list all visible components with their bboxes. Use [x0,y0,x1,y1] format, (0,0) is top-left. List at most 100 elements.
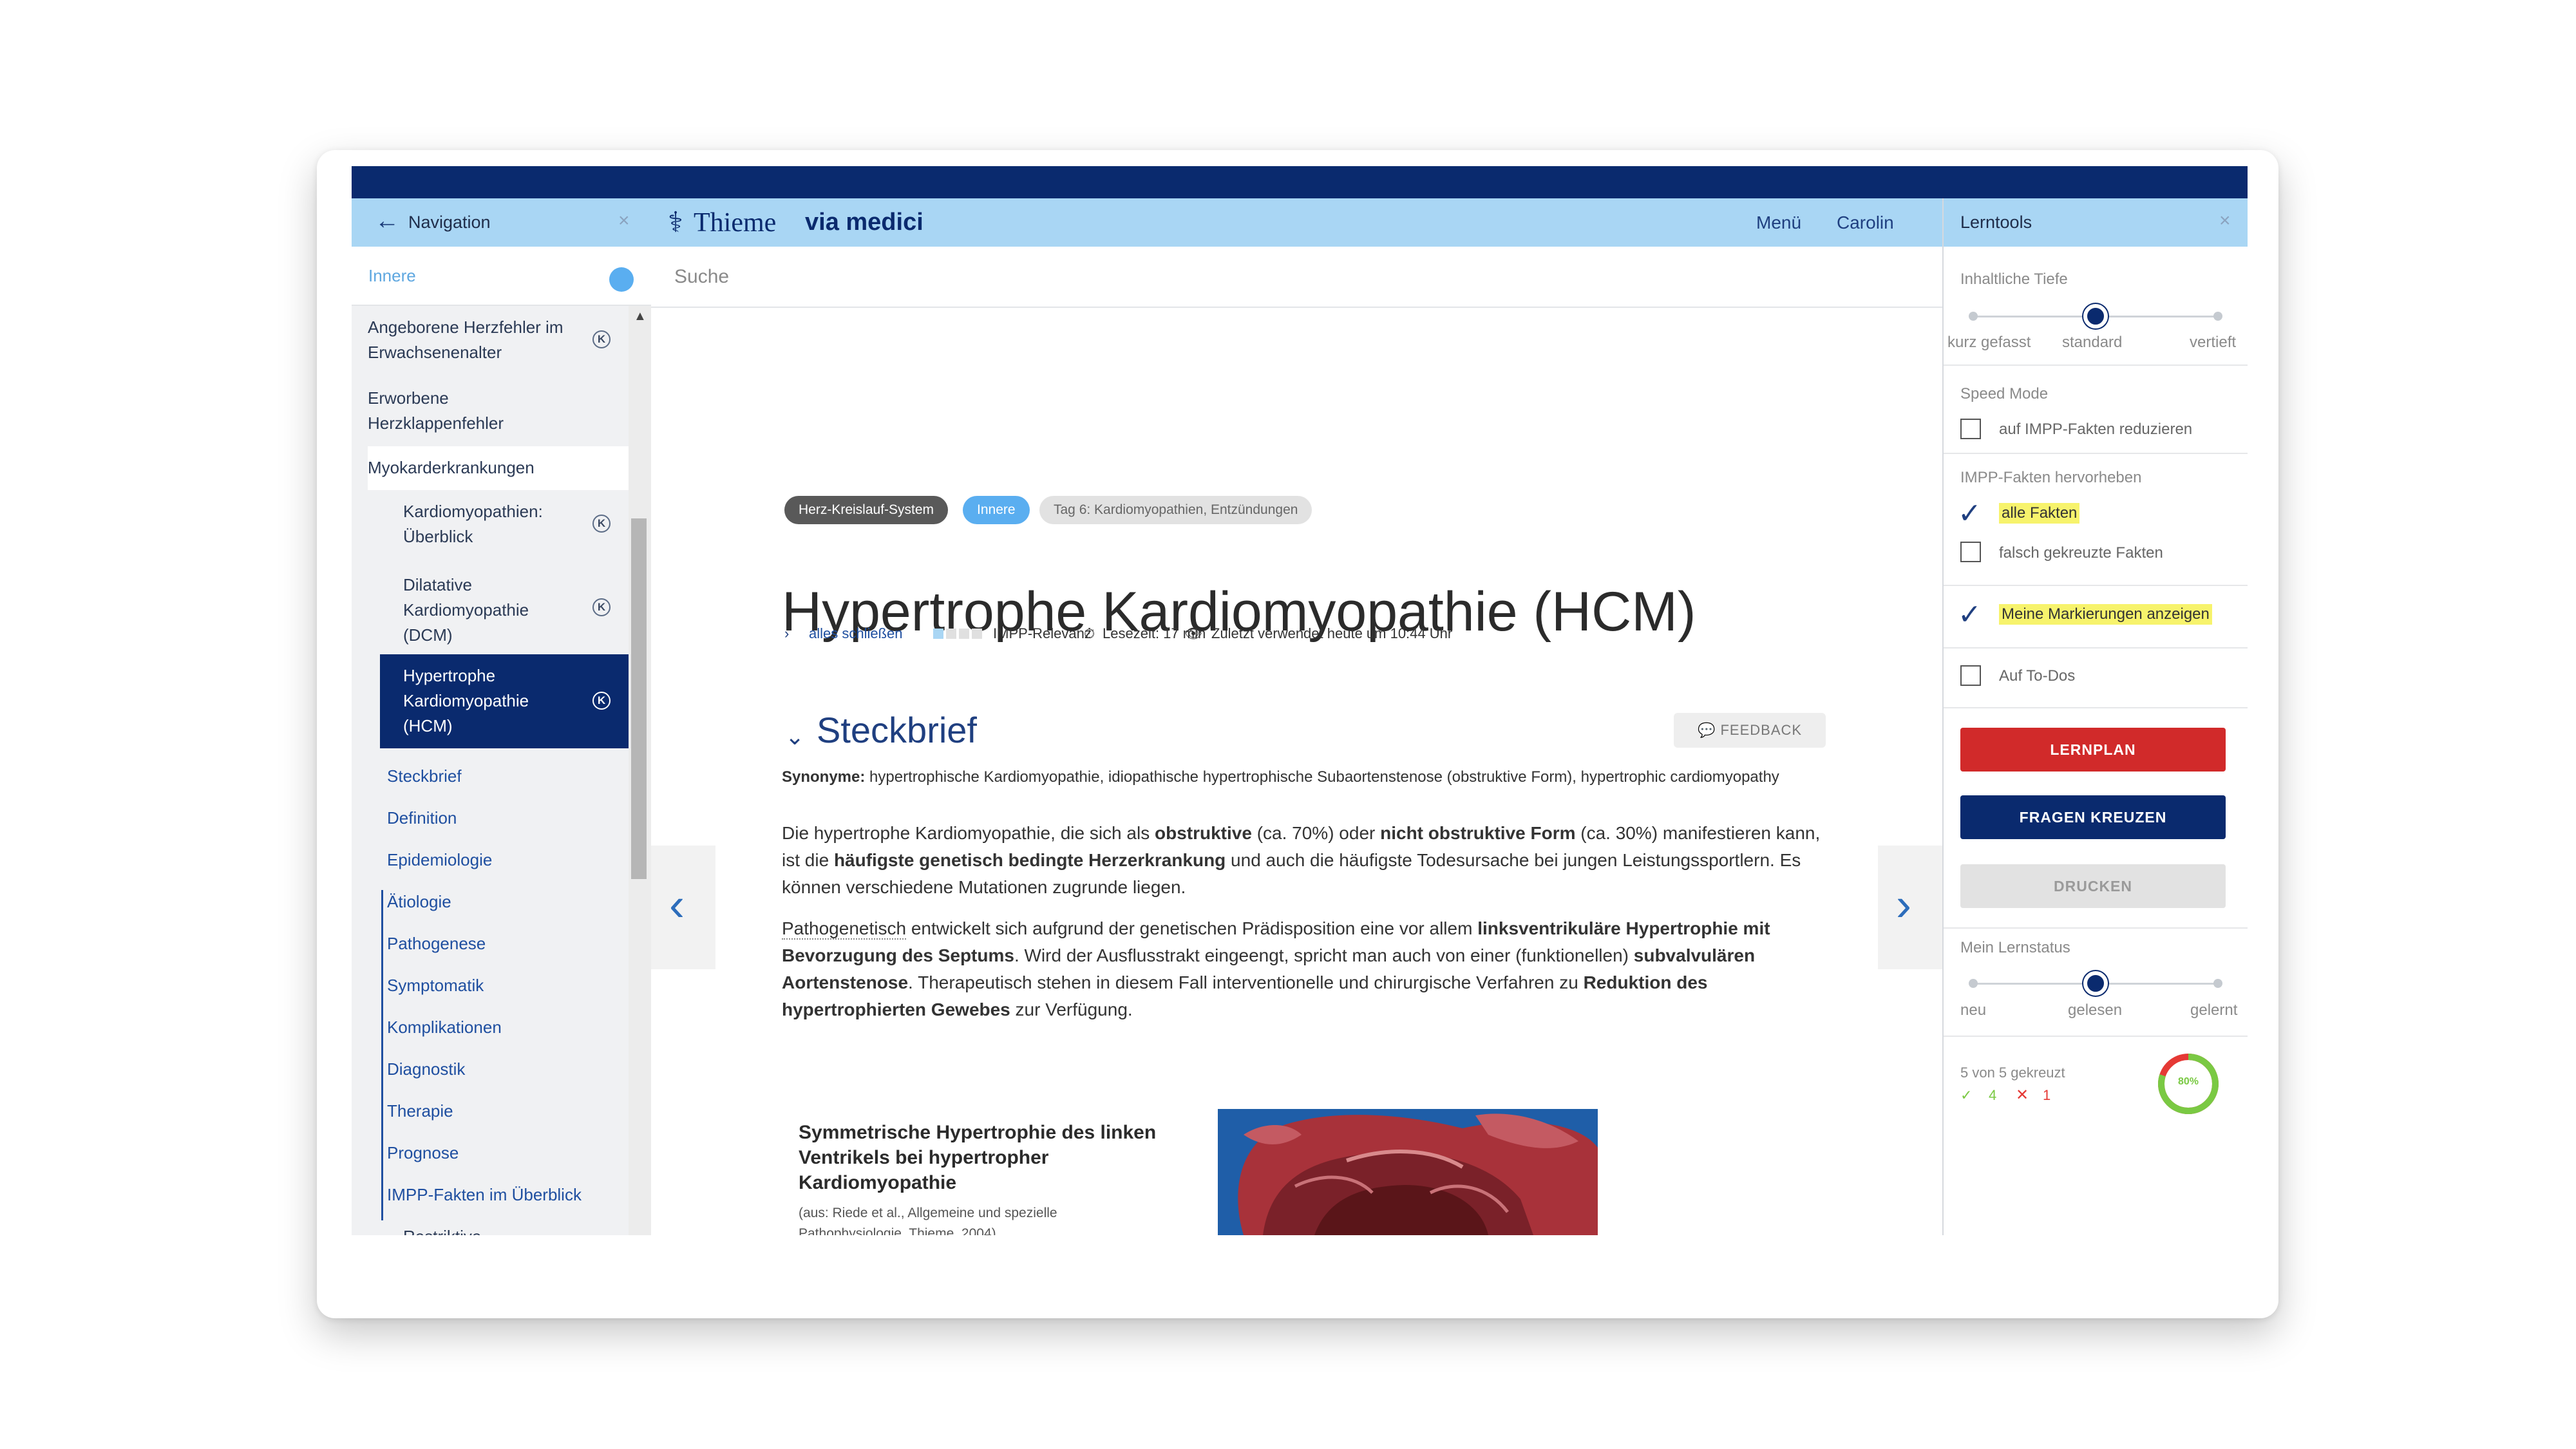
status-option-gelernt[interactable]: gelernt [2190,1001,2237,1019]
speed-mode-checkbox[interactable] [1960,419,1981,439]
impp-relevance-label: IMPP-Relevanz [993,625,1092,641]
kompakt-badge-icon: K [592,598,611,616]
scroll-up-icon[interactable]: ▲ [634,309,647,324]
fragen-kreuzen-button[interactable]: FRAGEN KREUZEN [1960,795,2226,839]
toc-aetiologie[interactable]: Ätiologie [387,892,451,912]
toc-steckbrief[interactable]: Steckbrief [387,766,462,786]
tag-lerntag[interactable]: Tag 6: Kardiomyopathien, Entzündungen [1039,496,1312,524]
impp-relevance-bar-1 [933,629,943,639]
close-icon[interactable]: × [618,210,630,232]
last-used: Zuletzt verwendet heute um 10:44 Uhr [1211,625,1453,641]
depth-option-deep[interactable]: vertieft [2190,334,2236,352]
todos-checkbox[interactable] [1960,665,1981,686]
sidebar-item-erworbene-herzklappenfehler[interactable]: Erworbene Herzklappenfehler [352,375,629,446]
search-bar [651,247,1942,308]
navigation-sidebar: ← Navigation × Innere Angeborene Herzfeh… [352,198,651,1235]
toc-symptomatik[interactable]: Symptomatik [387,976,484,996]
heart-specimen-image[interactable] [1218,1109,1598,1235]
impp-relevance-bar-4 [972,629,982,639]
text: . Wird der Ausflusstrakt eingeengt, spri… [1014,945,1634,965]
figure-source: (aus: Riede et al., Allgemeine und spezi… [799,1206,1057,1235]
subject-indicator-dot [609,267,634,292]
chevron-down-icon[interactable]: ⌄ [785,723,804,750]
todos-option[interactable]: Auf To-Dos [1999,667,2075,685]
divider [1944,453,2248,454]
impp-wrong-facts-option[interactable]: falsch gekreuzte Fakten [1999,544,2163,562]
main-content: ⚕ Thieme via medici Menü Carolin Herz-Kr… [651,198,1942,1235]
previous-page-button[interactable]: ‹ [651,846,715,969]
arrow-left-icon[interactable]: ← [375,207,399,235]
paragraph-pathogenese: Pathogenetisch entwickelt sich aufgrund … [782,915,1838,1023]
text-bold: obstruktive [1154,823,1252,843]
impp-relevance-bar-3 [959,629,969,639]
sidebar-item-dcm[interactable]: Dilatative Kardiomyopathie (DCM) K [352,562,629,652]
next-page-button[interactable]: › [1878,846,1942,969]
lernplan-button[interactable]: LERNPLAN [1960,728,2226,772]
sidebar-item-label: Dilatative Kardiomyopathie (DCM) [403,575,529,645]
toc-diagnostik[interactable]: Diagnostik [387,1059,465,1079]
depth-slider-knob[interactable] [2083,304,2108,328]
correct-count: 4 [1989,1087,1997,1103]
speech-bubble-icon: 💬 [1697,722,1716,738]
brand-product: via medici [805,209,923,236]
search-input[interactable] [673,261,1639,293]
status-slider-knob[interactable] [2083,971,2108,996]
sidebar-item-label: Angeborene Herzfehler im Erwachsenenalte… [368,317,564,362]
depth-option-short[interactable]: kurz gefasst [1947,334,2031,352]
toc-komplikationen[interactable]: Komplikationen [387,1018,502,1037]
show-markings-option[interactable]: Meine Markierungen anzeigen [1999,604,2212,625]
impp-wrong-facts-checkbox[interactable] [1960,542,1981,562]
toc-definition[interactable]: Definition [387,808,457,828]
text-bold: nicht obstruktive Form [1380,823,1576,843]
navigation-title: Navigation [408,213,491,232]
text-bold: häufigste genetisch bedingte Herzerkrank… [833,850,1226,870]
app-header: ⚕ Thieme via medici Menü Carolin [651,198,1942,247]
sidebar-item-restriktive[interactable]: Restriktive [352,1220,629,1235]
brand-name: Thieme [694,208,777,238]
checkmark-icon[interactable]: ✓ [1958,500,1982,528]
wrong-x-icon: ✕ [2016,1086,2029,1104]
text: zur Verfügung. [1010,999,1133,1019]
toc-line [381,890,383,1235]
tag-herz-kreislauf[interactable]: Herz-Kreislauf-System [784,496,949,524]
sidebar-item-hcm[interactable]: Hypertrophe Kardiomyopathie (HCM) K [380,654,629,748]
eye-icon: 👁 [1184,625,1202,641]
checkmark-icon[interactable]: ✓ [1958,601,1982,629]
feedback-button[interactable]: 💬 FEEDBACK [1674,713,1826,748]
sidebar-item-angeborene-herzfehler[interactable]: Angeborene Herzfehler im Erwachsenenalte… [352,306,629,374]
sidebar-item-label: Restriktive [403,1224,577,1235]
chevron-right-icon: › [1896,879,1911,931]
toc-prognose[interactable]: Prognose [387,1143,459,1163]
impp-all-facts-option[interactable]: alle Fakten [1999,503,2080,524]
navigation-header: ← Navigation × [352,198,651,247]
sidebar-item-kardiomyopathien-ueberblick[interactable]: Kardiomyopathien: Überblick K [352,490,629,561]
status-option-neu[interactable]: neu [1960,1001,1986,1019]
section-title[interactable]: Steckbrief [817,709,977,751]
quiz-summary: 5 von 5 gekreuzt [1960,1065,2065,1081]
toc-therapie[interactable]: Therapie [387,1101,453,1121]
quiz-progress-ring: 80% [2156,1052,2221,1116]
subject-label: Innere [368,266,416,285]
subject-selector[interactable]: Innere [352,247,651,306]
tag-innere[interactable]: Innere [963,496,1030,524]
sidebar-item-label: Erworbene Herzklappenfehler [368,388,504,433]
toc-epidemiologie[interactable]: Epidemiologie [387,850,492,870]
sidebar-item-myokarderkrankungen[interactable]: Myokarderkrankungen [368,446,629,490]
divider [1944,1036,2248,1037]
toc-impp-fakten[interactable]: IMPP-Fakten im Überblick [387,1185,582,1205]
depth-option-standard[interactable]: standard [2062,334,2122,352]
sidebar-scroll-thumb[interactable] [631,518,647,879]
status-option-gelesen[interactable]: gelesen [2068,1001,2122,1019]
glossary-link[interactable]: Pathogenetisch [782,918,907,940]
menu-link[interactable]: Menü [1756,213,1801,233]
toc-pathogenese[interactable]: Pathogenese [387,934,486,954]
close-icon[interactable]: × [2219,210,2231,232]
user-link[interactable]: Carolin [1837,213,1894,233]
text: Die hypertrophe Kardiomyopathie, die sic… [782,823,1155,843]
depth-slider-stop [2213,312,2222,321]
divider [1944,927,2248,929]
speed-mode-option[interactable]: auf IMPP-Fakten reduzieren [1999,421,2192,439]
chevron-left-icon: ‹ [669,879,685,931]
drucken-button[interactable]: DRUCKEN [1960,864,2226,908]
collapse-all-link[interactable]: alles schließen [809,625,903,642]
